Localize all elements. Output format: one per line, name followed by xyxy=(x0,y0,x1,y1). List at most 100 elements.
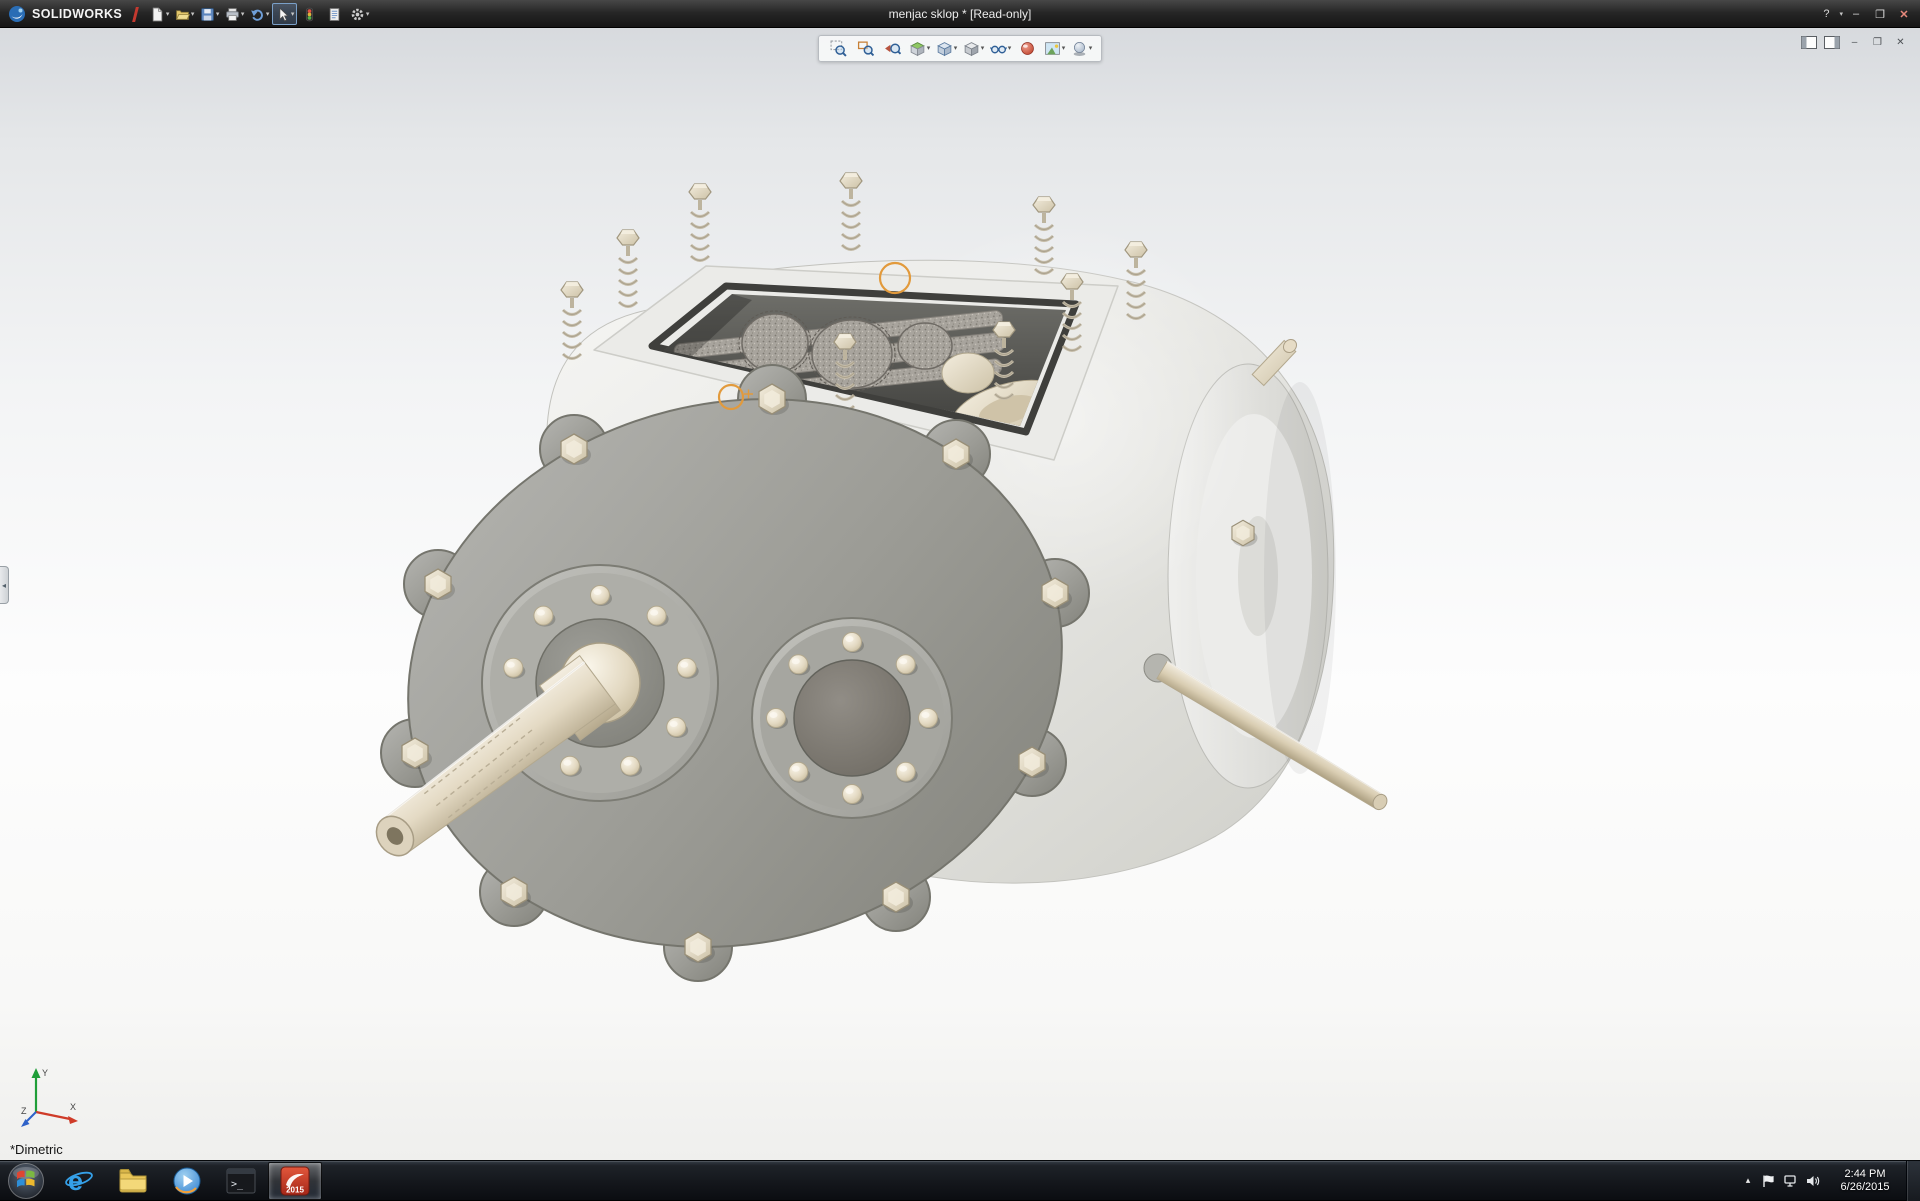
command-prompt-icon: >_ xyxy=(226,1166,256,1196)
solidworks-version-badge: 2015 xyxy=(286,1185,304,1194)
caret-icon[interactable]: ▾ xyxy=(266,11,270,18)
apply-scene-button[interactable]: ▾ xyxy=(1042,38,1067,59)
triad-y-label: Y xyxy=(42,1068,48,1078)
select-cursor-icon xyxy=(275,7,290,22)
taskbar-item-command-prompt[interactable]: >_ xyxy=(214,1162,268,1200)
zoom-to-area-icon xyxy=(857,40,874,57)
dassault-3ds-logo-icon xyxy=(8,5,26,23)
windows-taskbar: e >_ 2015 xyxy=(0,1160,1920,1200)
caret-icon[interactable]: ▾ xyxy=(166,11,170,18)
svg-text:e: e xyxy=(68,1166,83,1196)
app-logo: SOLIDWORKS xyxy=(0,0,130,28)
apply-scene-icon xyxy=(1044,40,1061,57)
display-style-button[interactable]: ▾ xyxy=(961,38,986,59)
print-icon xyxy=(225,7,240,22)
caret-icon[interactable]: ▾ xyxy=(1839,11,1843,18)
pane-toggle-right-button[interactable] xyxy=(1822,35,1841,50)
taskbar-item-file-explorer[interactable] xyxy=(106,1162,160,1200)
hide-show-glasses-icon xyxy=(990,40,1007,57)
network-icon[interactable] xyxy=(1780,1161,1802,1201)
caret-icon[interactable]: ▾ xyxy=(981,45,985,52)
output-bearing-flange[interactable] xyxy=(752,618,952,818)
rebuild-traffic-light-icon xyxy=(302,7,317,22)
hidden-icons-chevron[interactable]: ▴ xyxy=(1738,1161,1758,1201)
triad-y-axis xyxy=(32,1068,41,1078)
view-orientation-button[interactable]: ▾ xyxy=(934,38,959,59)
edit-appearance-ball-icon xyxy=(1019,40,1036,57)
zoom-to-fit-button[interactable] xyxy=(826,38,851,59)
caret-icon[interactable]: ▾ xyxy=(291,11,295,18)
window-titlebar: SOLIDWORKS ▾ ▾ ▾ ▾ xyxy=(0,0,1920,28)
save-button[interactable]: ▾ xyxy=(197,3,222,25)
action-center-flag-icon[interactable] xyxy=(1758,1161,1780,1201)
housing-shading xyxy=(1264,382,1336,774)
volume-icon[interactable] xyxy=(1802,1161,1824,1201)
help-button[interactable]: ? xyxy=(1815,5,1837,23)
caret-icon[interactable]: ▾ xyxy=(1089,45,1093,52)
show-desktop-button[interactable] xyxy=(1906,1161,1920,1201)
caret-icon[interactable]: ▾ xyxy=(954,45,958,52)
pane-toggle-left-button[interactable] xyxy=(1799,35,1818,50)
internet-explorer-icon: e xyxy=(64,1166,94,1196)
graphics-area[interactable]: ▾ ▾ ▾ ▾ xyxy=(0,28,1920,1160)
undo-button[interactable]: ▾ xyxy=(247,3,272,25)
view-settings-icon xyxy=(1071,40,1088,57)
caret-icon[interactable]: ▾ xyxy=(191,11,195,18)
open-button[interactable]: ▾ xyxy=(172,3,197,25)
splitter-arrow-icon: ◂ xyxy=(2,581,6,590)
file-explorer-folder-icon xyxy=(118,1166,148,1196)
print-button[interactable]: ▾ xyxy=(222,3,247,25)
taskbar-item-solidworks-2015[interactable]: 2015 xyxy=(268,1162,322,1200)
windows-start-orb-icon xyxy=(7,1162,45,1200)
caret-icon[interactable]: ▾ xyxy=(1008,45,1012,52)
new-document-button[interactable]: ▾ xyxy=(147,3,172,25)
solidworks-app-icon: 2015 xyxy=(280,1166,310,1196)
rebuild-button[interactable] xyxy=(297,3,322,25)
clock-time: 2:44 PM xyxy=(1829,1168,1901,1181)
new-document-icon xyxy=(150,7,165,22)
windows-media-player-icon xyxy=(172,1166,202,1196)
file-properties-button[interactable] xyxy=(322,3,347,25)
document-close-button[interactable]: ✕ xyxy=(1891,35,1910,50)
hide-show-items-button[interactable]: ▾ xyxy=(988,38,1013,59)
document-window-controls: – ❐ ✕ xyxy=(1799,35,1910,50)
triad-x-label: X xyxy=(70,1102,76,1112)
close-button[interactable]: ✕ xyxy=(1893,5,1915,23)
clock-date: 6/26/2015 xyxy=(1829,1181,1901,1194)
taskbar-item-internet-explorer[interactable]: e xyxy=(52,1162,106,1200)
document-restore-button[interactable]: ❐ xyxy=(1868,35,1887,50)
options-gear-icon xyxy=(350,7,365,22)
restore-button[interactable]: ❐ xyxy=(1869,5,1891,23)
zoom-to-area-button[interactable] xyxy=(853,38,878,59)
previous-view-icon xyxy=(884,40,901,57)
taskbar-item-windows-media-player[interactable] xyxy=(160,1162,214,1200)
caret-icon[interactable]: ▾ xyxy=(1062,45,1066,52)
section-view-icon xyxy=(909,40,926,57)
edit-appearance-button[interactable] xyxy=(1015,38,1040,59)
orientation-triad[interactable]: Y X Z xyxy=(20,1064,84,1128)
view-orientation-cube-icon xyxy=(936,40,953,57)
caret-icon[interactable]: ▾ xyxy=(927,45,931,52)
pane-toggle-left-icon xyxy=(1801,36,1817,49)
document-title: menjac sklop * [Read-only] xyxy=(889,7,1032,21)
document-minimize-button[interactable]: – xyxy=(1845,35,1864,50)
select-tool-button[interactable]: ▾ xyxy=(272,3,297,25)
model-canvas[interactable] xyxy=(0,28,1920,1160)
start-button[interactable] xyxy=(0,1161,52,1201)
caret-icon[interactable]: ▾ xyxy=(241,11,245,18)
view-settings-button[interactable]: ▾ xyxy=(1069,38,1094,59)
minimize-button[interactable]: – xyxy=(1845,5,1867,23)
heads-up-view-toolbar: ▾ ▾ ▾ ▾ xyxy=(818,35,1102,62)
system-tray: ▴ 2:44 PM 6/26/2015 xyxy=(1738,1161,1920,1200)
section-view-button[interactable]: ▾ xyxy=(907,38,932,59)
panel-splitter-handle[interactable]: ◂ xyxy=(0,566,9,604)
caret-icon[interactable]: ▾ xyxy=(366,11,370,18)
caret-icon[interactable]: ▾ xyxy=(216,11,220,18)
previous-view-button[interactable] xyxy=(880,38,905,59)
svg-text:>_: >_ xyxy=(231,1179,244,1190)
gearbox-model[interactable] xyxy=(349,173,1389,1015)
taskbar-clock[interactable]: 2:44 PM 6/26/2015 xyxy=(1829,1168,1901,1194)
save-icon xyxy=(200,7,215,22)
view-orientation-label: *Dimetric xyxy=(10,1142,63,1157)
options-button[interactable]: ▾ xyxy=(347,3,372,25)
